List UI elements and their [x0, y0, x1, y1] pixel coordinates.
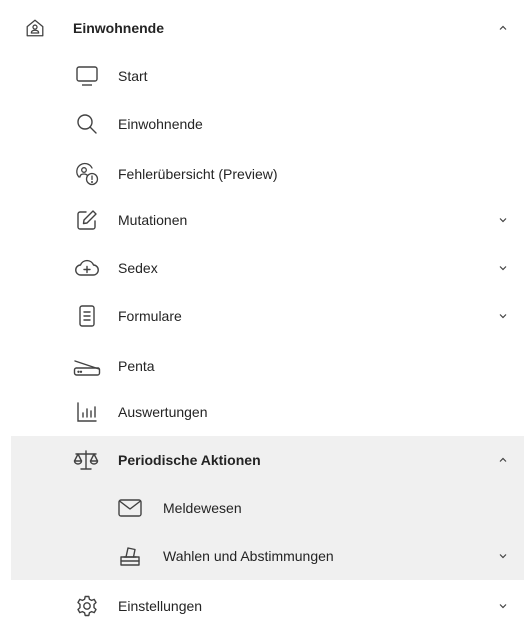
edit-icon: [74, 208, 100, 232]
chevron-down-icon: [496, 261, 510, 275]
people-alert-icon: [74, 162, 100, 186]
nav-item-fehleruebersicht[interactable]: Fehlerübersicht (Preview): [0, 150, 524, 198]
gear-icon: [74, 594, 100, 618]
nav-subitem-meldewesen[interactable]: Meldewesen: [0, 484, 524, 532]
nav-item-auswertungen[interactable]: Auswertungen: [0, 388, 524, 436]
nav-item-label: Formulare: [118, 308, 182, 324]
nav-item-label: Meldewesen: [163, 500, 242, 516]
bar-chart-icon: [74, 400, 100, 424]
nav-item-start[interactable]: Start: [0, 52, 524, 100]
chevron-down-icon: [496, 549, 510, 563]
nav-item-penta[interactable]: Penta: [0, 342, 524, 390]
sidebar-navigation: Einwohnende Start Einwohnende Fehlerüber…: [0, 0, 524, 619]
chevron-down-icon: [496, 213, 510, 227]
scanner-icon: [72, 354, 102, 378]
chevron-down-icon: [496, 599, 510, 613]
search-icon: [74, 112, 100, 136]
nav-item-label: Mutationen: [118, 212, 188, 228]
document-icon: [74, 304, 100, 328]
nav-item-periodische-aktionen[interactable]: Periodische Aktionen: [0, 436, 524, 484]
home-person-icon: [23, 16, 47, 40]
nav-item-label: Auswertungen: [118, 404, 208, 420]
nav-item-formulare[interactable]: Formulare: [0, 292, 524, 340]
nav-subitem-wahlen-und-abstimmungen[interactable]: Wahlen und Abstimmungen: [0, 532, 524, 580]
nav-item-label: Fehlerübersicht (Preview): [118, 166, 278, 182]
nav-item-label: Einwohnende: [118, 116, 203, 132]
chevron-down-icon: [496, 309, 510, 323]
nav-item-einwohnende[interactable]: Einwohnende: [0, 100, 524, 148]
nav-item-label: Periodische Aktionen: [118, 452, 261, 468]
nav-root-einwohnende[interactable]: Einwohnende: [0, 4, 524, 52]
nav-item-sedex[interactable]: Sedex: [0, 244, 524, 292]
cloud-add-icon: [74, 256, 100, 280]
nav-item-einstellungen[interactable]: Einstellungen: [0, 582, 524, 630]
mail-icon: [116, 496, 144, 520]
nav-item-label: Start: [118, 68, 148, 84]
nav-item-mutationen[interactable]: Mutationen: [0, 196, 524, 244]
nav-item-label: Sedex: [118, 260, 158, 276]
monitor-icon: [74, 64, 100, 88]
scales-icon: [72, 448, 100, 472]
nav-item-label: Penta: [118, 358, 155, 374]
nav-root-label: Einwohnende: [73, 20, 164, 36]
ballot-box-icon: [116, 544, 144, 568]
nav-item-label: Einstellungen: [118, 598, 203, 614]
chevron-up-icon: [496, 21, 510, 35]
chevron-up-icon: [496, 453, 510, 467]
nav-item-label: Wahlen und Abstimmungen: [163, 548, 334, 564]
